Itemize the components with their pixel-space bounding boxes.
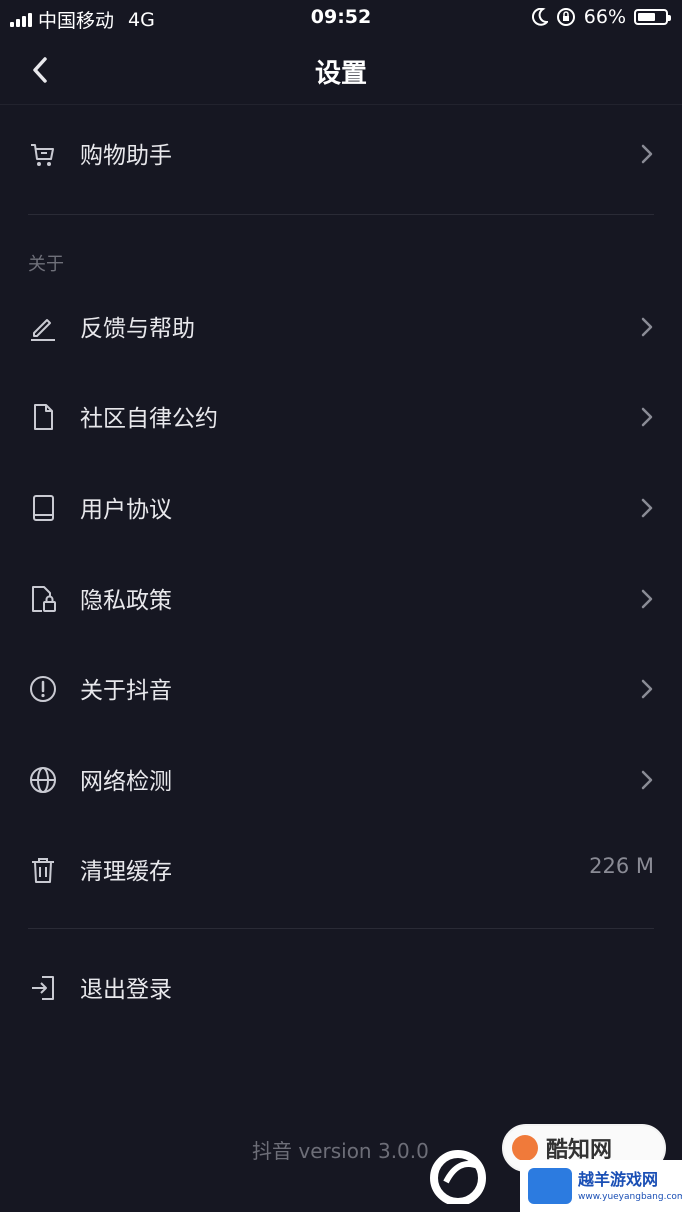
edit-icon [31, 319, 55, 341]
cart-icon [31, 144, 54, 166]
battery-fill [638, 13, 656, 21]
chevron-right-icon [641, 317, 653, 337]
chevron-right-icon [641, 679, 653, 699]
settings-item-shopping-assistant[interactable]: 购物助手 [0, 109, 682, 199]
app-version-text: 抖音 version 3.0.0 [252, 1139, 429, 1163]
section-header-about: 关于 [28, 254, 64, 275]
settings-item-network-check[interactable]: 网络检测 [0, 735, 682, 825]
logout-label: 退出登录 [80, 977, 172, 1003]
section-divider [28, 214, 654, 215]
page-title: 设置 [314, 59, 367, 89]
settings-item-user-agreement[interactable]: 用户协议 [0, 463, 682, 553]
nav-bar: 设置 [0, 36, 682, 105]
logout-icon [32, 976, 54, 1000]
chevron-right-icon [641, 589, 653, 609]
chevron-right-icon [641, 498, 653, 518]
settings-item-about-douyin[interactable]: 关于抖音 [0, 644, 682, 734]
trash-icon [32, 858, 54, 883]
yueyang-watermark-text: 越羊游戏网 [578, 1170, 659, 1189]
settings-item-clear-cache[interactable]: 清理缓存 226 M [0, 825, 682, 915]
yueyang-watermark-url: www.yueyangbang.com [578, 1192, 682, 1202]
status-bar: 中国移动 4G 09:52 66% [0, 0, 682, 36]
info-icon [30, 676, 56, 702]
swirl-logo-watermark [430, 1150, 486, 1204]
settings-item-label: 清理缓存 [80, 859, 172, 885]
globe-icon [30, 767, 56, 793]
settings-item-label: 网络检测 [80, 769, 172, 795]
settings-item-label: 用户协议 [80, 497, 172, 523]
chevron-right-icon [641, 144, 653, 164]
privacy-lock-icon [32, 586, 56, 612]
yueyang-watermark: 越羊游戏网 www.yueyangbang.com [520, 1160, 682, 1212]
battery-percent: 66% [583, 6, 626, 28]
settings-item-privacy-policy[interactable]: 隐私政策 [0, 554, 682, 644]
settings-item-label: 社区自律公约 [80, 406, 218, 432]
book-icon [33, 495, 54, 521]
moon-icon [531, 8, 548, 26]
settings-item-label: 购物助手 [80, 143, 172, 169]
yueyang-logo-icon [528, 1168, 572, 1204]
settings-item-community-guidelines[interactable]: 社区自律公约 [0, 372, 682, 462]
logout-button[interactable]: 退出登录 [0, 943, 682, 1033]
battery-icon [634, 9, 671, 25]
orientation-lock-icon [556, 8, 575, 26]
chevron-right-icon [641, 770, 653, 790]
document-icon [34, 404, 53, 430]
settings-item-label: 关于抖音 [80, 678, 172, 704]
chevron-right-icon [641, 407, 653, 427]
section-divider [28, 928, 654, 929]
settings-item-feedback[interactable]: 反馈与帮助 [0, 282, 682, 372]
cache-size-value: 226 M [589, 854, 654, 878]
settings-item-label: 反馈与帮助 [80, 316, 195, 342]
kuzhi-logo-icon [512, 1135, 538, 1161]
settings-item-label: 隐私政策 [80, 588, 172, 614]
status-right: 66% [531, 6, 671, 28]
